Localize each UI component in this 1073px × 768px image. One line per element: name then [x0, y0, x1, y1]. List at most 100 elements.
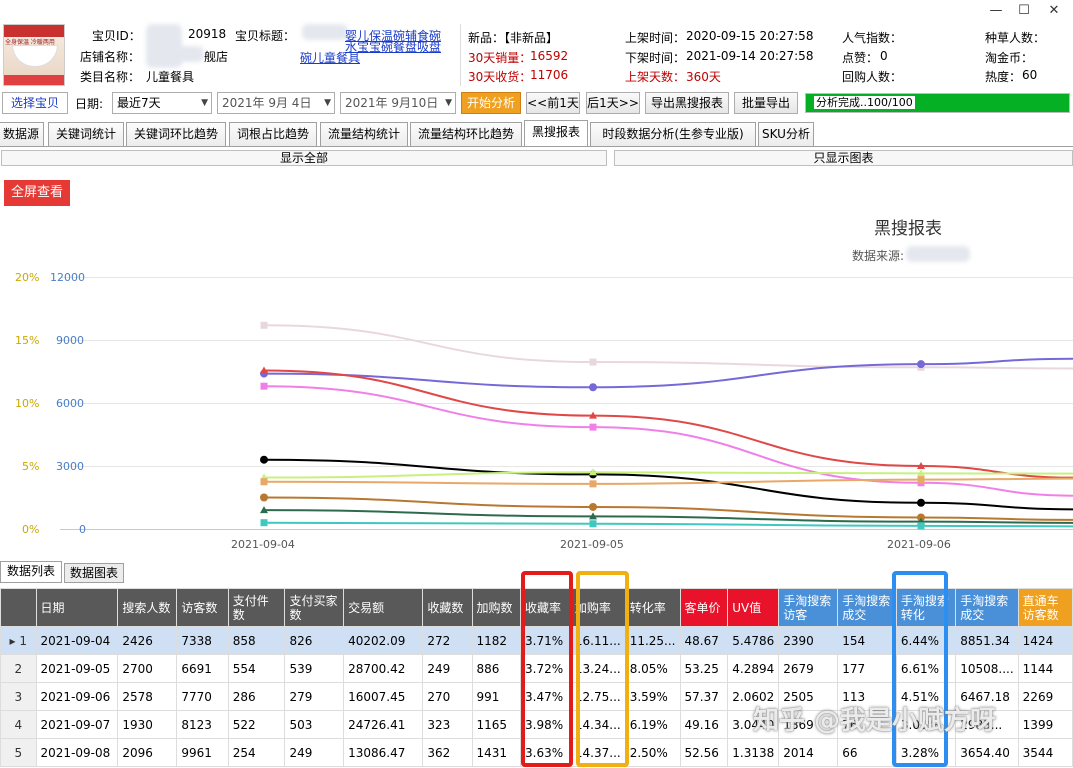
chevron-down-icon: ▼	[324, 98, 331, 108]
select-item-button[interactable]: 选择宝贝	[2, 92, 68, 114]
table-cell: 24726.41	[343, 710, 424, 739]
column-header[interactable]: 支付件数	[227, 588, 286, 627]
data-point-1-1	[589, 383, 597, 392]
maximize-button[interactable]: ☐	[1010, 2, 1038, 20]
column-header[interactable]: UV值	[727, 588, 780, 627]
table-cell: 886	[471, 654, 522, 683]
column-header[interactable]: 支付买家数	[284, 588, 345, 627]
y-left-tick: 20%	[15, 271, 40, 284]
grass-label: 种草人数：	[985, 31, 1046, 45]
date-range-select[interactable]: 最近7天 ▼	[112, 92, 212, 114]
tab-data-list[interactable]: 数据列表	[0, 561, 62, 583]
column-header[interactable]: 加购数	[471, 588, 522, 627]
sales30-label: 30天销量：	[468, 51, 532, 65]
column-header[interactable]: 手淘搜索成交	[837, 588, 897, 627]
new-item-status: 新品：【非新品】	[468, 31, 559, 45]
table-cell: 3.59%	[624, 682, 681, 711]
tab-traffic-stats[interactable]: 流量结构统计	[320, 122, 408, 146]
data-point-3-2	[917, 479, 925, 487]
chart-only-button[interactable]: 只显示图表	[614, 150, 1073, 166]
show-all-button[interactable]: 显示全部	[1, 150, 607, 166]
data-point-0-0	[260, 321, 268, 329]
tab-sku-analysis[interactable]: SKU分析	[758, 122, 814, 146]
tab-traffic-trend[interactable]: 流量结构环比趋势	[410, 122, 522, 146]
table-cell: 8851.34	[955, 626, 1019, 655]
table-cell: 858	[227, 626, 286, 655]
minimize-button[interactable]: —	[982, 2, 1010, 20]
tab-data-source[interactable]: 数据源	[0, 122, 44, 146]
row-number: 5	[0, 738, 37, 767]
batch-export-button[interactable]: 批量导出	[734, 92, 798, 114]
table-cell: 6691	[176, 654, 229, 683]
x-tick-label: 2021-09-04	[231, 538, 295, 551]
row-number: 2	[0, 654, 37, 683]
export-report-button[interactable]: 导出黑搜报表	[645, 92, 729, 114]
column-header[interactable]: 手淘搜索成交	[955, 588, 1019, 627]
table-cell: 154	[837, 626, 897, 655]
column-header[interactable]: 直通车访客数	[1017, 588, 1073, 627]
y-left-tick: 5%	[22, 460, 40, 473]
table-cell: 1144	[1017, 654, 1073, 683]
table-cell: 2700	[117, 654, 178, 683]
table-cell: 2021-09-08	[35, 738, 119, 767]
table-cell: 503	[284, 710, 345, 739]
table-cell: 49.16	[679, 710, 729, 739]
product-id-value: 20918	[188, 27, 227, 41]
tab-data-chart[interactable]: 数据图表	[64, 563, 124, 583]
thumbnail-text: 全身保温 冷暖两用	[5, 39, 55, 46]
repurchase-label: 回购人数：	[842, 70, 903, 84]
next-day-button[interactable]: 后1天>>	[586, 92, 640, 114]
listed-days-value: 360天	[686, 70, 721, 84]
row-number: 4	[0, 710, 37, 739]
receive30-label: 30天收货：	[468, 70, 532, 84]
table-cell: 10508....	[955, 654, 1019, 683]
table-cell: 1165	[471, 710, 522, 739]
column-header[interactable]: 交易额	[343, 588, 424, 627]
start-date-value: 2021年 9月 4日	[222, 96, 312, 110]
product-title-link-line3[interactable]: 碗儿童餐具	[300, 49, 360, 66]
grid-line	[60, 529, 1073, 530]
close-button[interactable]: ✕	[1040, 2, 1068, 20]
start-analysis-button[interactable]: 开始分析	[461, 92, 521, 114]
grid-line	[60, 277, 1073, 278]
fullscreen-button[interactable]: 全屏查看	[4, 180, 70, 206]
table-cell: 8.05%	[624, 654, 681, 683]
column-header[interactable]: 收藏数	[422, 588, 473, 627]
data-point-3-1	[589, 423, 597, 431]
table-cell: 2014	[778, 738, 839, 767]
tab-keyword-stats[interactable]: 关键词统计	[48, 122, 124, 146]
table-cell: 1.3138	[727, 738, 780, 767]
column-header[interactable]: 手淘搜索访客	[778, 588, 839, 627]
product-title-label: 宝贝标题：	[235, 29, 296, 43]
start-date-picker[interactable]: 2021年 9月 4日 ▼	[217, 92, 335, 114]
product-id-label: 宝贝ID：	[92, 29, 141, 43]
tab-root-share[interactable]: 词根占比趋势	[229, 122, 317, 146]
highlight-box-cart-rate	[576, 571, 629, 767]
table-cell: 554	[227, 654, 286, 683]
tab-time-analysis[interactable]: 时段数据分析(生参专业版)	[590, 122, 756, 146]
y-right-tick: 0	[79, 523, 86, 536]
y-right-tick: 3000	[56, 460, 84, 473]
tab-black-search-report[interactable]: 黑搜报表	[524, 120, 588, 146]
prev-day-button[interactable]: <<前1天	[526, 92, 580, 114]
column-header[interactable]: 客单价	[679, 588, 729, 627]
column-header[interactable]: 转化率	[624, 588, 681, 627]
table-cell: 1399	[1017, 710, 1073, 739]
series-line-1	[263, 357, 1073, 389]
table-cell: 177	[837, 654, 897, 683]
column-header[interactable]: 搜索人数	[117, 588, 178, 627]
table-cell: 66	[837, 738, 897, 767]
table-cell: 5.4786	[727, 626, 780, 655]
table-cell: 539	[284, 654, 345, 683]
grid-line	[60, 403, 1073, 404]
data-point-5-0	[260, 473, 268, 481]
shop-name-value: 舰店	[204, 50, 229, 64]
column-header[interactable]: 访客数	[176, 588, 229, 627]
column-header[interactable]: 日期	[35, 588, 119, 627]
table-cell: 53.25	[679, 654, 729, 683]
redacted-source	[906, 246, 970, 262]
end-date-picker[interactable]: 2021年 9月10日 ▼	[340, 92, 456, 114]
receive30-value: 11706	[530, 68, 569, 82]
progress-bar: 分析完成..100/100	[805, 93, 1070, 113]
tab-keyword-trend[interactable]: 关键词环比趋势	[126, 122, 226, 146]
